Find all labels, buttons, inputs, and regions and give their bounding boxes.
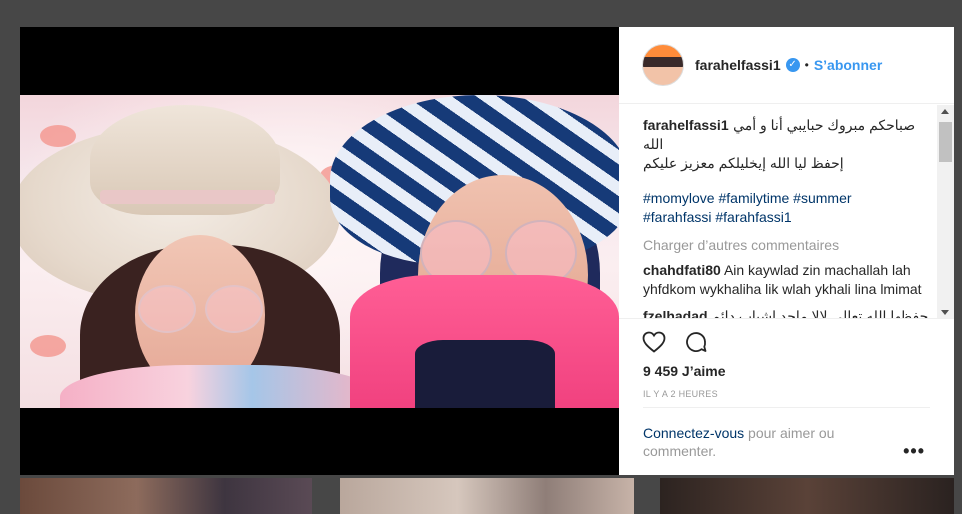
scroll-thumb[interactable] [939,122,952,162]
comment-bubble-icon[interactable] [683,329,709,355]
hashtags: #momylove #familytime #summer #farahfass… [643,189,933,227]
follow-button[interactable]: S’abonner [814,57,882,73]
login-link[interactable]: Connectez-vous [643,425,744,441]
caption-text-line2: إحفظ ليا الله إيخليلكم معزيز عليكم [643,155,844,171]
scroll-up-arrow-icon[interactable] [941,109,949,114]
more-options-icon[interactable]: ••• [903,441,925,462]
divider [643,407,930,408]
hashtag-link[interactable]: #farahfassi [643,209,711,225]
hashtag-link[interactable]: #familytime [718,190,789,206]
comments-scrollbar[interactable] [937,105,954,318]
grid-thumbnail[interactable] [340,478,634,514]
comment-item: fzelhadad حفظها الله تعالى لالا ماجد اشب… [643,307,933,318]
caption: farahelfassi1 صباحكم مبروك حبايبي أنا و … [643,116,933,173]
verified-badge-icon: ✓ [785,58,800,72]
comments-list[interactable]: farahelfassi1 صباحكم مبروك حبايبي أنا و … [619,105,954,319]
caption-username[interactable]: farahelfassi1 [643,117,729,133]
separator-dot: • [804,58,809,72]
hashtag-link[interactable]: #farahfassi1 [715,209,791,225]
load-more-comments-button[interactable]: Charger d’autres commentaires [643,237,933,253]
comment-username[interactable]: fzelhadad [643,308,708,318]
post-username[interactable]: farahelfassi1 [695,57,781,73]
comment-item: chahdfati80 Ain kaywlad zin machallah la… [643,261,933,299]
post-header: farahelfassi1 ✓ • S’abonner [619,27,954,104]
hashtag-link[interactable]: #summer [793,190,851,206]
login-prompt: Connectez-vous pour aimer ou commenter. [643,424,883,460]
comment-username[interactable]: chahdfati80 [643,262,721,278]
grid-thumbnail[interactable] [20,478,312,514]
scroll-down-arrow-icon[interactable] [941,310,949,315]
avatar[interactable] [642,44,684,86]
post-photo [20,95,619,408]
post-timestamp[interactable]: IL Y A 2 HEURES [643,389,718,399]
hashtag-link[interactable]: #momylove [643,190,715,206]
grid-thumbnail[interactable] [660,478,954,514]
post-media[interactable] [20,27,619,475]
likes-count[interactable]: 9 459 J’aime [643,363,726,379]
post-actions [641,329,709,355]
heart-icon[interactable] [641,329,667,355]
post-details-panel: farahelfassi1 ✓ • S’abonner farahelfassi… [619,27,954,475]
